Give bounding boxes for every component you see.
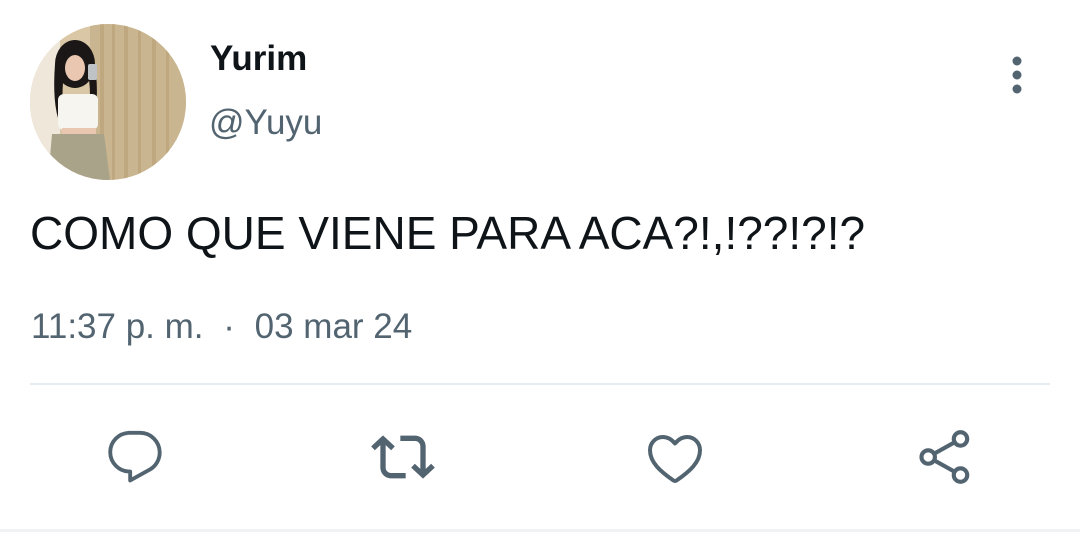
tweet-text: COMO QUE VIENE PARA ACA?!,!??!?!?	[30, 207, 866, 259]
display-name[interactable]: Yurim	[210, 38, 307, 80]
tweet-metadata: 11:37 p. m. · 03 mar 24	[31, 305, 412, 349]
heart-icon	[648, 435, 702, 483]
bottom-divider	[0, 529, 1080, 532]
avatar-photo	[30, 24, 186, 180]
divider	[30, 383, 1050, 385]
user-handle[interactable]: @Yuyu	[209, 102, 322, 144]
tweet-date[interactable]: 03 mar 24	[255, 305, 413, 349]
share-button[interactable]	[913, 425, 977, 489]
retweet-button[interactable]	[371, 425, 435, 489]
reply-button[interactable]	[103, 425, 167, 489]
more-options-button[interactable]	[996, 50, 1038, 100]
reply-icon	[108, 430, 162, 483]
tweet-time[interactable]: 11:37 p. m.	[31, 305, 204, 349]
like-button[interactable]	[643, 425, 707, 489]
retweet-icon	[371, 435, 435, 479]
share-icon	[919, 430, 970, 484]
avatar[interactable]	[30, 24, 186, 180]
meta-separator: ·	[223, 307, 235, 346]
more-vertical-icon	[1012, 56, 1022, 94]
